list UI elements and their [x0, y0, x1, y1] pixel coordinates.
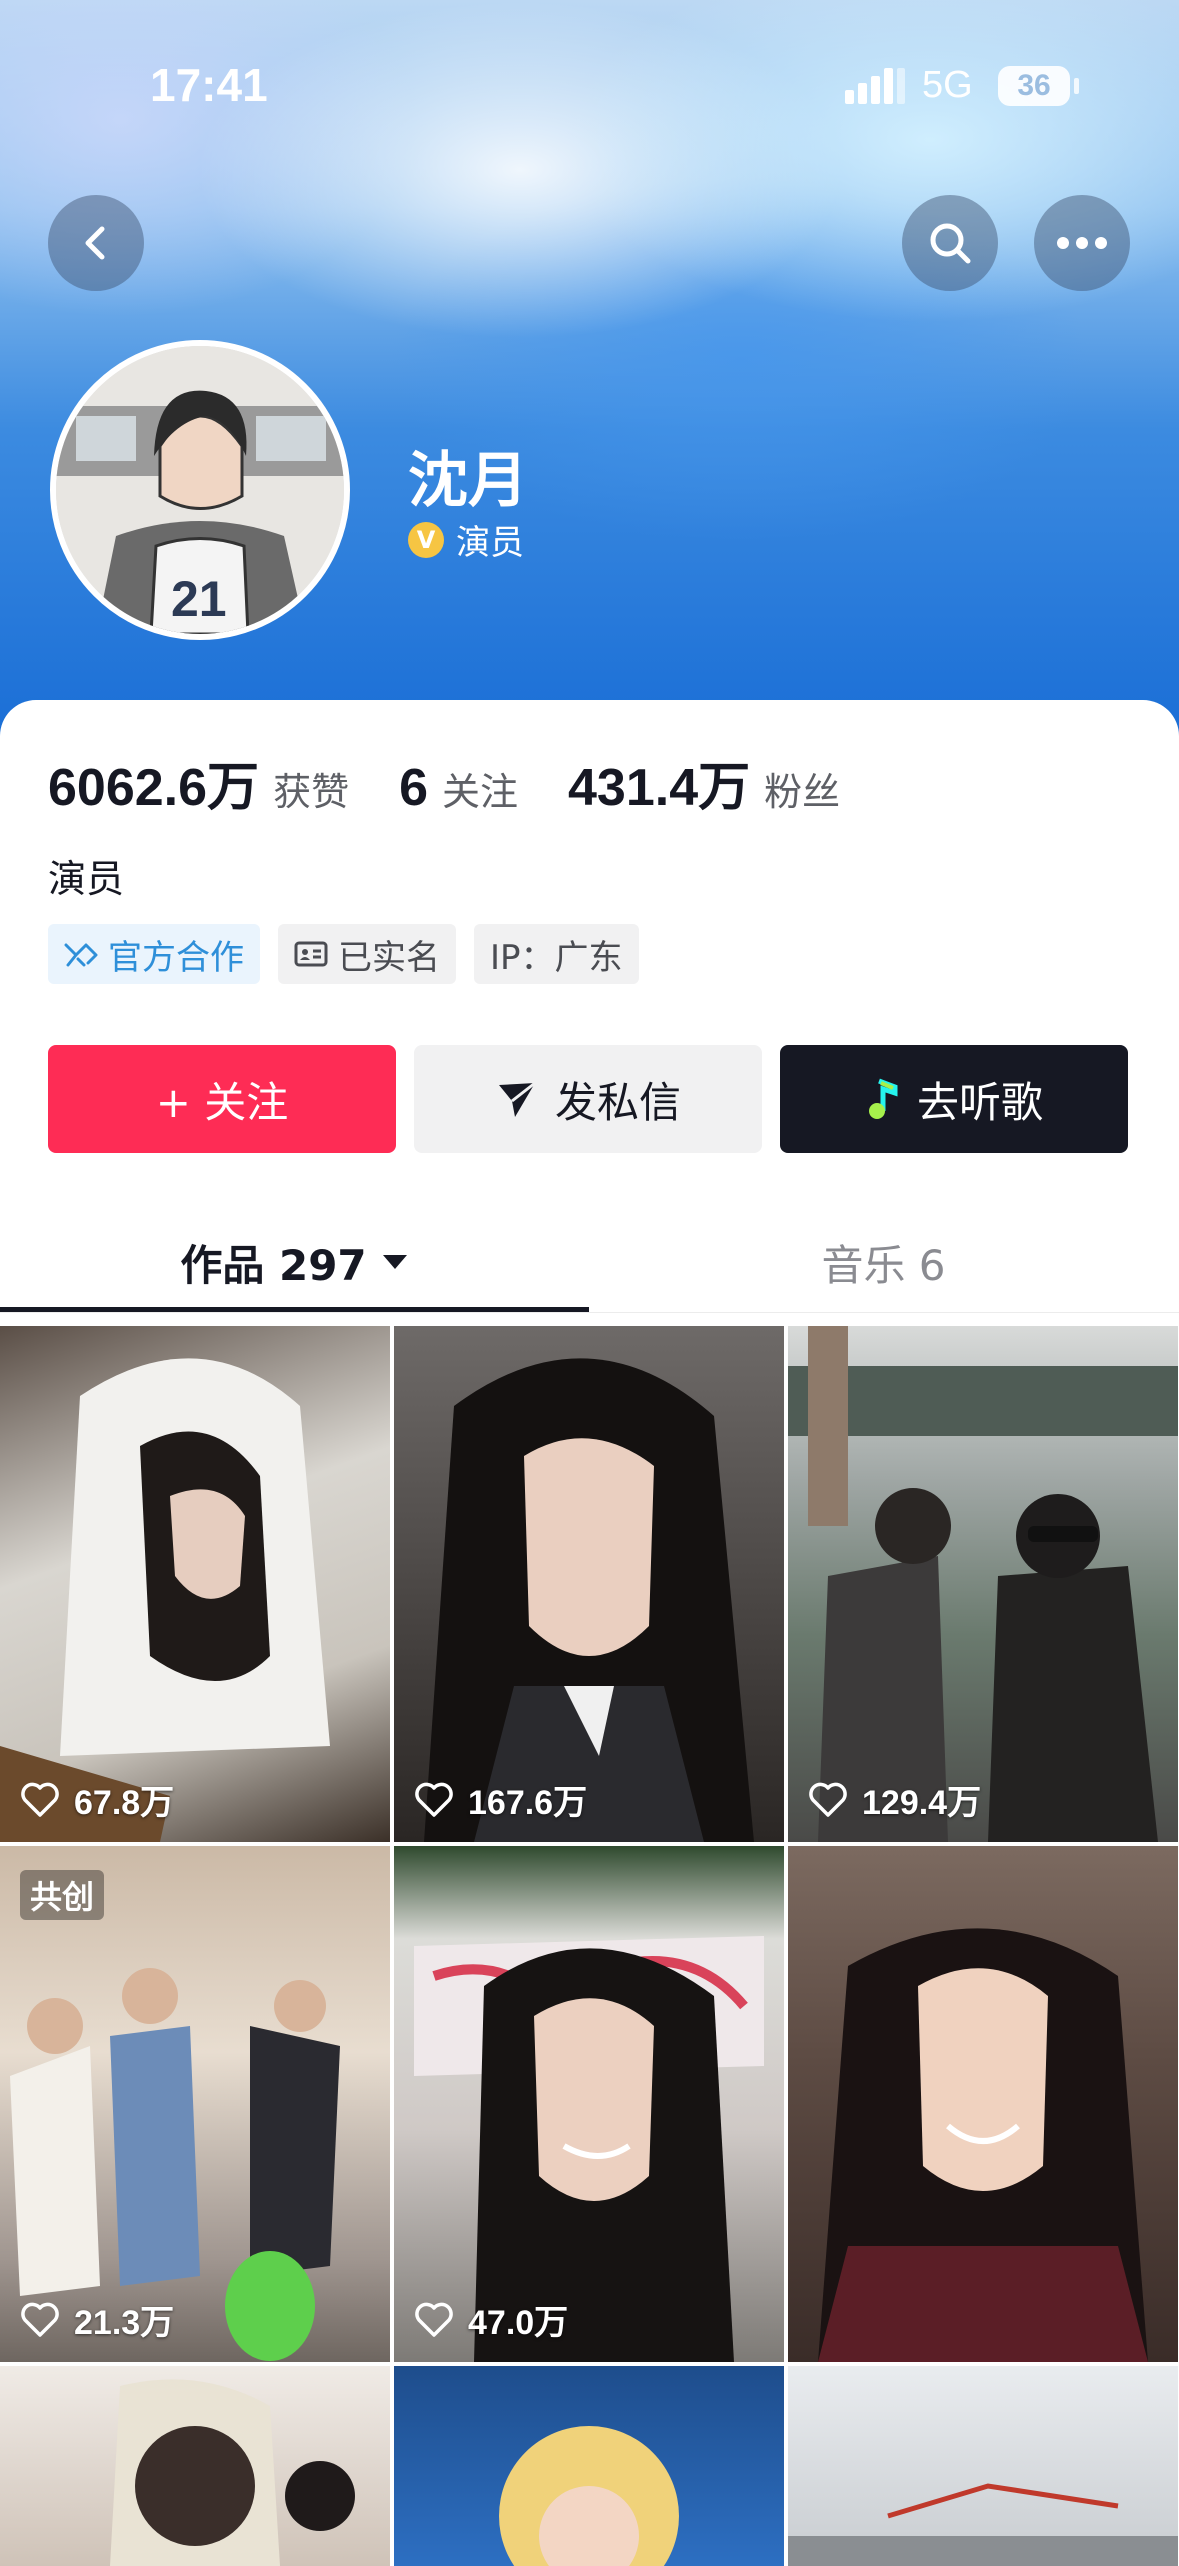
tag-verified-identity[interactable]: 已实名 — [278, 924, 456, 984]
ellipsis-icon — [1057, 237, 1107, 249]
status-time: 17:41 — [150, 59, 268, 111]
heart-outline-icon — [415, 1782, 453, 1817]
tag-ip-location: IP：广东 — [474, 924, 639, 984]
id-card-icon — [294, 941, 328, 967]
stat-following-value[interactable]: 6 — [399, 758, 428, 818]
signal-icon — [845, 68, 905, 104]
follow-button[interactable]: + 关注 — [48, 1045, 396, 1153]
tag-label: 官方合作 — [108, 937, 244, 978]
verified-row: V 演员 — [408, 515, 524, 564]
message-button[interactable]: 发私信 — [414, 1045, 762, 1153]
heart-outline-icon — [415, 2302, 453, 2337]
stat-following-label[interactable]: 关注 — [442, 761, 518, 816]
tab-works[interactable]: 作品 297 — [0, 1212, 589, 1312]
tab-works-label: 作品 297 — [180, 1240, 367, 1290]
stat-likes-value[interactable]: 6062.6万 — [48, 745, 259, 820]
tab-music-label: 音乐 6 — [821, 1240, 946, 1290]
video-thumbnail[interactable]: 167.6万 — [394, 1326, 784, 1842]
video-likes: 47.0万 — [414, 2295, 568, 2344]
avatar[interactable]: 21 — [50, 340, 350, 640]
stat-likes-label[interactable]: 获赞 — [273, 761, 349, 816]
video-thumbnail[interactable] — [394, 2366, 784, 2566]
tab-music[interactable]: 音乐 6 — [589, 1212, 1178, 1312]
battery-tip — [1074, 78, 1079, 94]
video-likes-count: 67.8万 — [74, 1784, 175, 1822]
video-likes-count: 21.3万 — [74, 2304, 175, 2342]
caret-down-icon — [382, 1255, 407, 1269]
send-icon — [498, 1081, 536, 1117]
video-likes: 167.6万 — [414, 1775, 587, 1824]
listen-button-label: 去听歌 — [916, 1077, 1043, 1127]
video-thumbnail-image — [788, 2483, 1178, 2566]
profile-bio: 演员 — [48, 857, 125, 901]
heart-outline-icon — [21, 2302, 59, 2337]
music-note-icon — [868, 1078, 898, 1119]
video-thumbnail-image — [818, 1928, 1148, 2362]
heart-outline-icon — [809, 1782, 847, 1817]
svg-text:21: 21 — [171, 571, 227, 627]
video-thumbnail-image — [424, 1358, 754, 1842]
stat-followers-value[interactable]: 431.4万 — [568, 745, 750, 820]
video-thumbnail[interactable]: 129.4万 — [788, 1326, 1178, 1842]
avatar-illustration: 21 — [56, 346, 344, 634]
video-thumbnail[interactable]: 共创 21.3万 — [0, 1846, 390, 2362]
verified-label: 演员 — [456, 523, 524, 563]
video-thumbnail[interactable] — [0, 2366, 390, 2566]
video-thumbnail-image — [0, 1358, 330, 1842]
search-icon — [930, 223, 971, 264]
co-creation-badge: 共创 — [20, 1870, 105, 1920]
video-thumbnail-image — [499, 2426, 679, 2566]
tag-official-cooperation[interactable]: 官方合作 — [48, 924, 260, 984]
video-likes: 129.4万 — [808, 1775, 981, 1824]
video-thumbnail-image — [10, 1968, 340, 2361]
video-thumbnail[interactable] — [788, 2366, 1178, 2566]
message-button-label: 发私信 — [554, 1077, 681, 1127]
profile-card: 6062.6万 获赞 6 关注 431.4万 粉丝 演员 官方合作 已实名 IP… — [0, 700, 1179, 2566]
video-thumbnail-image — [414, 1936, 764, 2362]
heart-outline-icon — [21, 1782, 59, 1817]
video-likes: 21.3万 — [20, 2295, 174, 2344]
video-likes-count: 47.0万 — [468, 2304, 569, 2342]
tag-label: IP：广东 — [490, 937, 623, 978]
chevron-left-icon — [85, 226, 105, 260]
status-bar: 17:41 5G 36 — [0, 58, 1179, 118]
video-likes-count: 129.4万 — [862, 1784, 982, 1822]
stat-followers-label[interactable]: 粉丝 — [764, 761, 840, 816]
video-thumbnail[interactable]: 67.8万 — [0, 1326, 390, 1842]
search-button[interactable] — [902, 195, 998, 291]
action-buttons: + 关注 发私信 去听歌 — [48, 1045, 1128, 1153]
profile-name: 沈月 — [408, 446, 528, 516]
network-type: 5G — [922, 64, 973, 106]
video-thumbnail-image — [788, 1326, 1178, 1842]
verified-badge-icon: V — [408, 521, 444, 558]
stats-row: 6062.6万 获赞 6 关注 431.4万 粉丝 — [48, 745, 890, 820]
video-thumbnail[interactable] — [788, 1846, 1178, 2362]
profile-tags: 官方合作 已实名 IP：广东 — [48, 924, 657, 984]
handshake-icon — [64, 943, 98, 967]
battery-indicator: 36 — [998, 66, 1070, 106]
video-likes: 67.8万 — [20, 1775, 174, 1824]
tag-label: 已实名 — [338, 937, 440, 978]
tab-divider — [0, 1312, 1179, 1313]
video-thumbnail-image — [110, 2379, 355, 2566]
back-button[interactable] — [48, 195, 144, 291]
video-likes-count: 167.6万 — [468, 1784, 588, 1822]
video-thumbnail[interactable]: 47.0万 — [394, 1846, 784, 2362]
content-tabs: 作品 297 音乐 6 — [0, 1212, 1179, 1313]
listen-music-button[interactable]: 去听歌 — [780, 1045, 1128, 1153]
more-button[interactable] — [1034, 195, 1130, 291]
